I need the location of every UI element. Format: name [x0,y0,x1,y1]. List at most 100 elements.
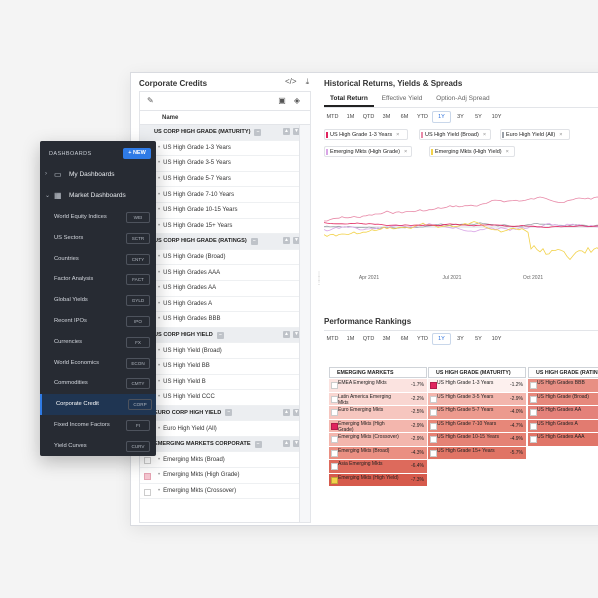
row-checkbox[interactable] [430,449,437,457]
sidebar-item-ipo[interactable]: Recent IPOs IPO [40,311,156,332]
group-row[interactable]: EMERGING MARKETS CORPORATE – ▲ ▼ [140,436,310,453]
list-item[interactable]: • Emerging Mkts (Crossover) [140,484,310,500]
move-up-icon[interactable]: ▲ [283,439,290,447]
layers-icon[interactable]: ◈ [294,96,300,105]
list-item[interactable]: • Euro High Yield (All) [140,421,310,437]
list-item[interactable]: • US High Grades AAA [140,265,310,281]
row-checkbox[interactable] [430,436,437,443]
list-item[interactable]: • US High Grades A [140,297,310,313]
row-checkbox[interactable] [530,395,537,403]
ranking-row[interactable]: Emerging Mkts (Crossover) -2.9% [329,433,427,446]
list-item[interactable]: • US High Grade 3-5 Years [140,156,310,172]
sidebar-item-fx[interactable]: Currencies FX [40,332,156,353]
ranking-row[interactable]: US High Grade 10-15 Years -4.9% [428,433,526,446]
list-item[interactable]: • US High Grade 5-7 Years [140,172,310,188]
period-6m[interactable]: 6M [396,111,413,123]
ranking-row[interactable]: Asia Emerging Mkts -6.4% [329,460,427,473]
code-icon[interactable]: </> [285,77,297,86]
tab-effective-yield[interactable]: Effective Yield [376,91,429,105]
move-up-icon[interactable]: ▲ [283,128,290,135]
collapse-icon[interactable]: – [216,331,224,339]
ranking-column-header[interactable]: US HIGH GRADE (RATINGS) [528,367,598,378]
list-item[interactable]: • US High Yield CCC [140,390,310,406]
period-3y[interactable]: 3Y [452,111,469,123]
list-item[interactable]: • US High Grades BBB [140,312,310,328]
ranking-row[interactable]: US High Grade (Broad) [528,392,598,405]
row-checkbox[interactable] [331,409,338,416]
row-checkbox[interactable] [530,436,537,443]
legend-chip[interactable]: Emerging Mkts (High Grade) × [324,146,412,157]
sidebar-item-fi[interactable]: Fixed Income Factors FI [40,415,156,436]
ranking-row[interactable]: US High Grade 5-7 Years -4.0% [428,406,526,419]
ranking-column-header[interactable]: US HIGH GRADE (MATURITY) [428,367,526,378]
list-item[interactable]: • US High Grade (Broad) [140,250,310,266]
download-icon[interactable]: ⤓ [306,77,310,86]
sidebar-item-fact[interactable]: Factor Analysis FACT [40,269,156,290]
period-3m[interactable]: 3M [378,111,395,123]
legend-chip[interactable]: US High Yield (Broad) × [419,129,491,140]
sidebar-item-gyld[interactable]: Global Yields GYLD [40,290,156,311]
new-dashboard-button[interactable]: + NEW [123,148,151,159]
close-icon[interactable]: × [404,149,407,155]
collapse-icon[interactable]: – [250,237,258,245]
sidebar-item-econ[interactable]: World Economics ECON [40,353,156,374]
ranking-row[interactable]: US High Grade 15+ Years -5.7% [428,446,526,459]
ranking-row[interactable]: US High Grades BBB [528,379,598,392]
row-checkbox[interactable] [331,476,338,484]
row-checkbox[interactable] [430,382,437,389]
collapse-icon[interactable]: – [254,128,262,136]
move-up-icon[interactable]: ▲ [283,330,290,338]
list-item[interactable]: • US High Yield (Broad) [140,343,310,359]
row-checkbox[interactable] [331,382,338,389]
row-checkbox[interactable] [530,382,537,389]
row-checkbox[interactable] [430,409,437,416]
row-checkbox[interactable] [144,488,151,496]
close-icon[interactable]: × [483,132,486,138]
sidebar-item-curv[interactable]: Yield Curves CURV [40,436,156,456]
ranking-row[interactable]: EMEA Emerging Mkts -1.7% [329,379,427,392]
list-item[interactable]: • US High Grade 1-3 Years [140,141,310,157]
collapse-icon[interactable]: – [225,409,233,417]
ranking-row[interactable]: Emerging Mkts (High Grade) -2.9% [329,419,427,433]
period-1y[interactable]: 1Y [432,111,451,123]
row-checkbox[interactable] [530,409,537,416]
sidebar-section-my-dashboards[interactable]: › ▭ My Dashboards [40,165,156,185]
row-checkbox[interactable] [144,457,151,465]
list-item[interactable]: • Emerging Mkts (Broad) [140,452,310,469]
ranking-row[interactable]: US High Grades AA [528,406,598,419]
sidebar-section-market-dashboards[interactable]: ⌄ ▦ Market Dashboards [40,186,156,206]
sidebar-item-cmty[interactable]: Commodities CMTY [40,373,156,394]
row-checkbox[interactable] [144,473,151,481]
legend-chip[interactable]: Emerging Mkts (High Yield) × [429,146,515,157]
row-checkbox[interactable] [331,463,338,470]
row-checkbox[interactable] [430,395,437,403]
row-checkbox[interactable] [530,422,537,430]
period-5y[interactable]: 5Y [470,111,487,123]
ranking-row[interactable]: Emerging Mkts (Broad) -4.3% [329,446,427,459]
list-item[interactable]: • US High Grade 7-10 Years [140,187,310,203]
sidebar-item-corp[interactable]: Corporate Credit CORP [40,394,156,416]
column-header-name[interactable]: Name [140,111,310,125]
group-row[interactable]: US CORP HIGH YIELD – ▲ ▼ [140,327,310,344]
sidebar-item-wei[interactable]: World Equity Indices WEI [40,207,156,228]
period-mtd[interactable]: MTD [324,111,341,123]
collapse-icon[interactable]: – [254,440,262,448]
close-icon[interactable]: × [396,132,399,138]
list-item[interactable]: • US High Yield BB [140,359,310,375]
sidebar-item-cnty[interactable]: Countries CNTY [40,249,156,270]
save-icon[interactable]: ▣ [278,96,286,105]
ranking-row[interactable]: Euro Emerging Mkts -2.5% [329,406,427,419]
period-ytd[interactable]: YTD [414,111,431,123]
ranking-row[interactable]: US High Grades A [528,419,598,432]
row-checkbox[interactable] [331,436,338,443]
resize-handle[interactable]: ⋮ ⋮ ⋮ [316,272,322,303]
close-icon[interactable]: × [559,132,562,138]
ranking-row[interactable]: US High Grade 3-5 Years -2.9% [428,392,526,405]
legend-chip[interactable]: US High Grade 1-3 Years × [324,129,408,140]
edit-icon[interactable]: ✎ [147,96,154,105]
row-checkbox[interactable] [331,395,338,403]
ranking-column-header[interactable]: EMERGING MARKETS [329,367,427,378]
ranking-row[interactable]: US High Grades AAA [528,433,598,446]
move-up-icon[interactable]: ▲ [283,237,290,245]
move-up-icon[interactable]: ▲ [283,408,290,416]
